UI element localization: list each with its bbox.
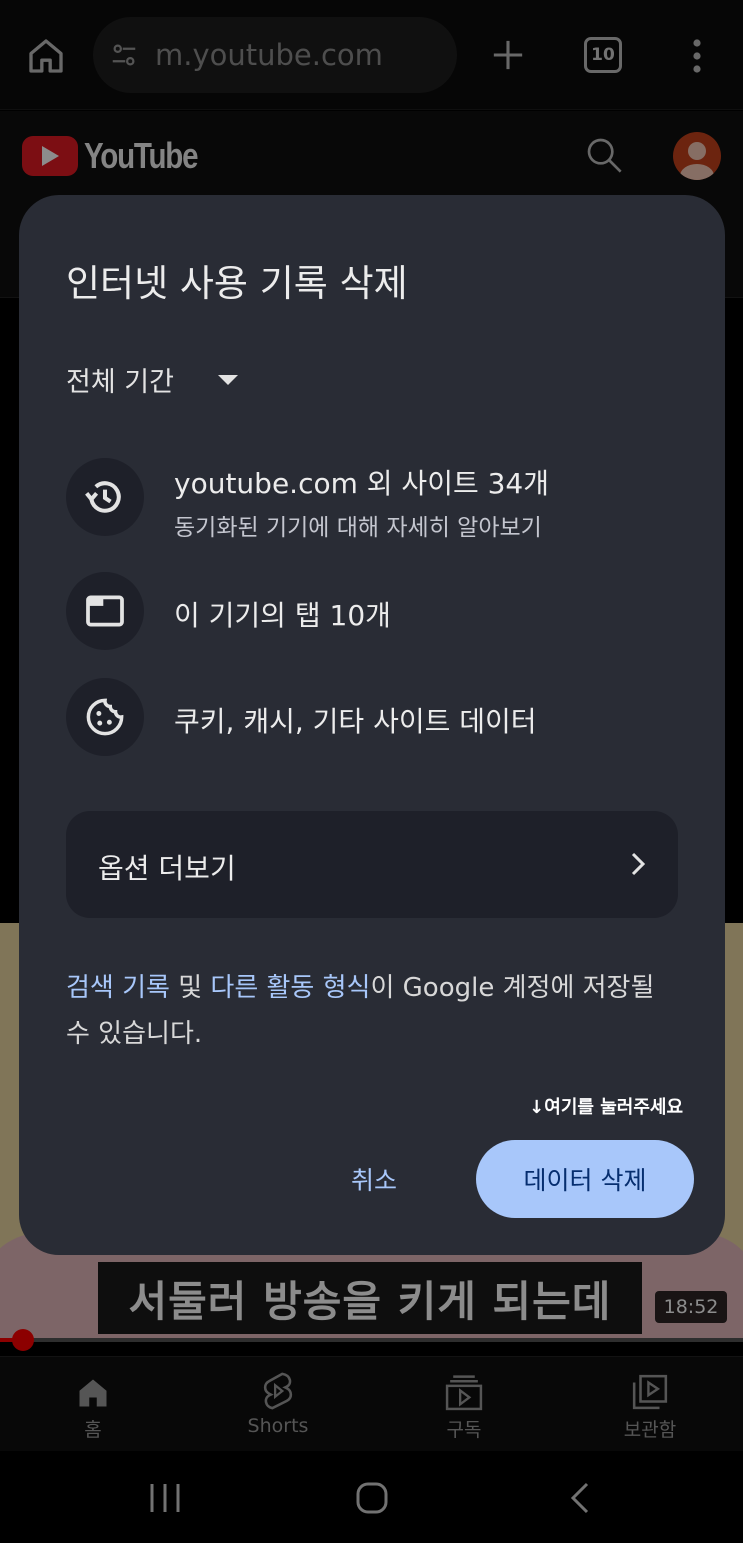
cookie-icon [66,678,144,756]
more-options-label: 옵션 더보기 [98,852,236,885]
dialog-title: 인터넷 사용 기록 삭제 [66,262,408,305]
time-range-dropdown[interactable]: 전체 기간 [66,360,238,399]
clear-browsing-data-dialog: 인터넷 사용 기록 삭제 전체 기간 youtube.com 외 사이트 34개… [19,195,725,1255]
chevron-right-icon [631,852,646,876]
tabs-item: 이 기기의 탭 10개 [66,572,686,650]
other-activity-link[interactable]: 다른 활동 형식 [210,973,370,1003]
screen: m.youtube.com 10 YouTube 서둘러 방송을 키게 되는데 … [0,0,743,1543]
search-history-link[interactable]: 검색 기록 [66,973,170,1003]
history-item-title: youtube.com 외 사이트 34개 [174,467,550,500]
cancel-button[interactable]: 취소 [319,1155,429,1203]
dropdown-arrow-icon [217,374,238,385]
cookies-item-title: 쿠키, 캐시, 기타 사이트 데이터 [174,705,537,738]
tab-icon [66,572,144,650]
more-options-button[interactable]: 옵션 더보기 [66,811,678,918]
annotation-hint: ↓여기를 눌러주세요 [529,1097,683,1118]
account-notice: 검색 기록 및 다른 활동 형식이 Google 계정에 저장될 수 있습니다. [66,965,686,1057]
tabs-item-title: 이 기기의 탭 10개 [174,599,391,632]
history-item-subtitle[interactable]: 동기화된 기기에 대해 자세히 알아보기 [174,508,542,542]
notice-text: 및 [169,973,211,1003]
cookies-item: 쿠키, 캐시, 기타 사이트 데이터 [66,678,686,756]
delete-data-button[interactable]: 데이터 삭제 [476,1140,694,1218]
time-range-value: 전체 기간 [66,367,174,398]
history-item: youtube.com 외 사이트 34개 동기화된 기기에 대해 자세히 알아… [66,458,686,541]
history-icon [66,458,144,536]
